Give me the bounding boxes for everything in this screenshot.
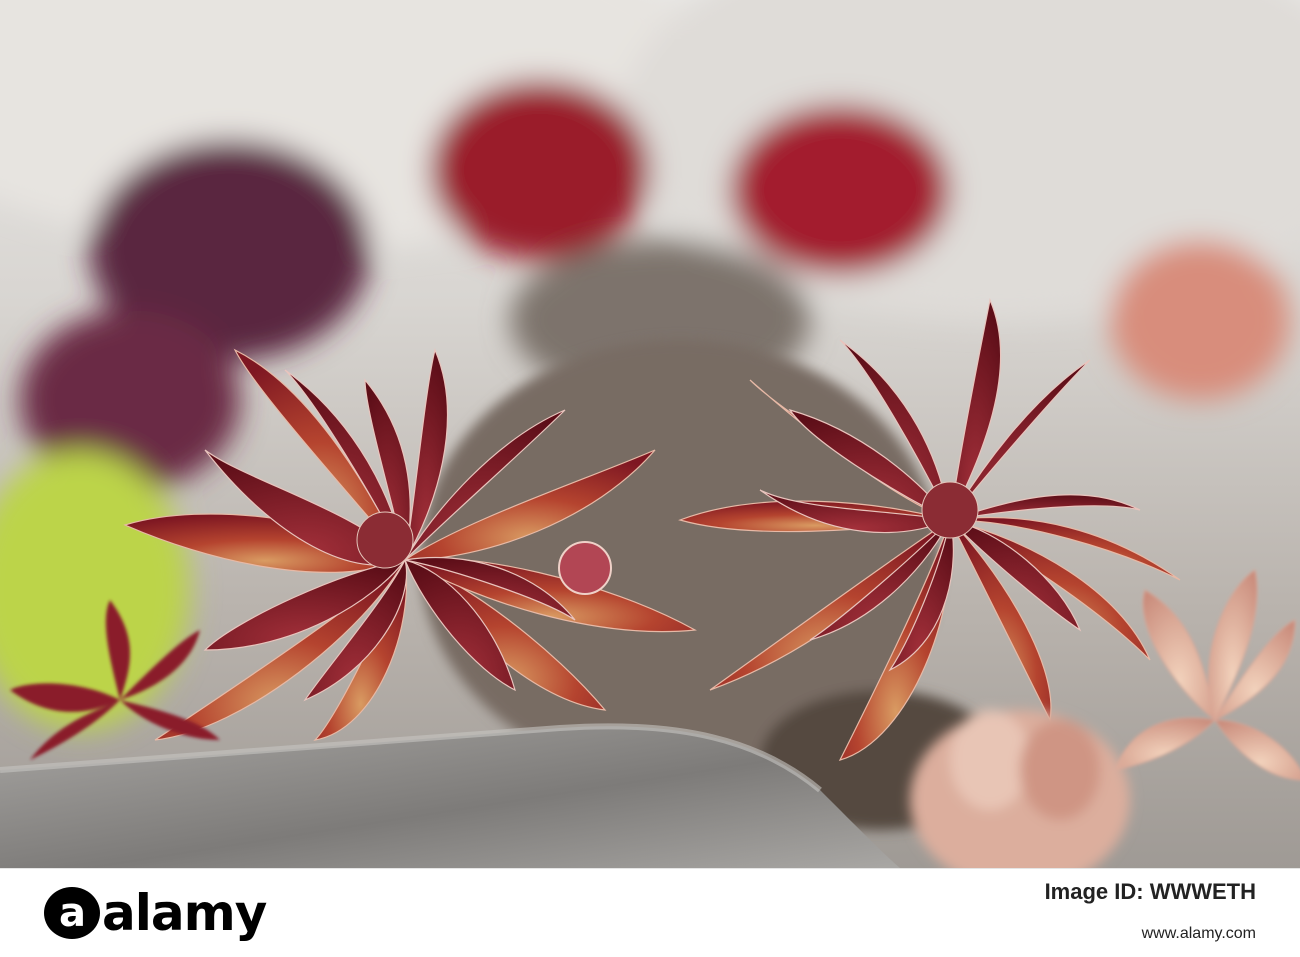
watermark-bar: a alamy Image ID: WWWETH www.alamy.com <box>0 868 1300 957</box>
image-id-value: Image ID: WWWETH <box>1044 879 1256 904</box>
photo-scene <box>0 0 1300 868</box>
image-id: Image ID: WWWETH <box>1045 879 1256 905</box>
rosette-pale-right <box>1114 569 1300 781</box>
alamy-logo: a alamy <box>44 884 267 942</box>
site-url: www.alamy.com <box>1141 925 1256 942</box>
photo <box>0 0 1300 868</box>
bud <box>558 541 612 595</box>
logo-letter: a <box>44 887 100 939</box>
logo-text: alamy <box>102 884 267 942</box>
